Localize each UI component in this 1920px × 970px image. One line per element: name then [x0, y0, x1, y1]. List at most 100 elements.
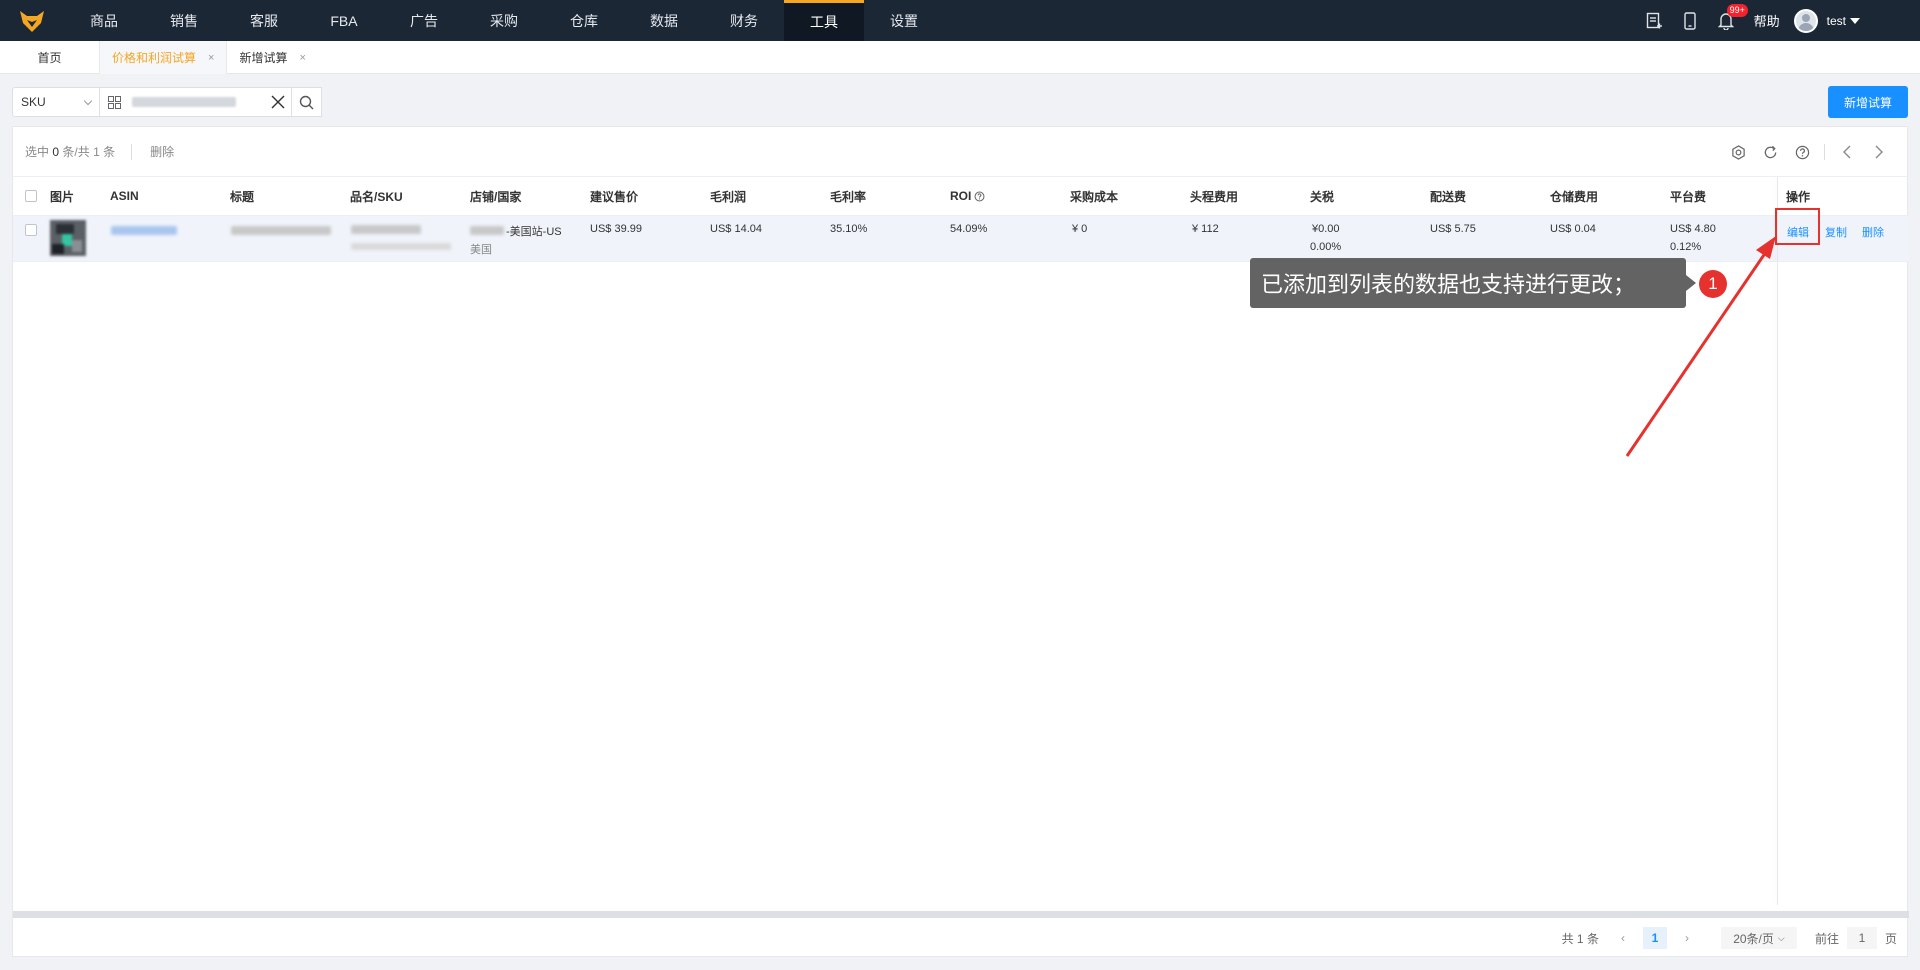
close-icon[interactable]: × — [299, 52, 305, 64]
refresh-icon[interactable] — [1754, 145, 1786, 160]
roi-value: 54.09% — [950, 223, 988, 235]
chevron-down-icon — [83, 96, 93, 105]
nav-item[interactable]: 数据 — [624, 0, 704, 41]
margin-value: 35.10% — [830, 223, 868, 235]
tariff-value: ¥0.00 — [1312, 223, 1340, 235]
page-number[interactable]: 1 — [1642, 927, 1667, 949]
col-asin: ASIN — [110, 189, 139, 203]
goto-label: 前往 — [1814, 931, 1839, 946]
grid-icon[interactable] — [100, 95, 128, 109]
table-row: -美国站-US 美国 US$ 39.99 US$ 14.04 35.10% 54… — [13, 215, 1909, 262]
nav-item[interactable]: 销售 — [144, 0, 224, 41]
notification-badge: 99+ — [1726, 4, 1748, 17]
user-menu[interactable]: test — [1793, 8, 1860, 33]
annotation-number: 1 — [1699, 270, 1727, 298]
help-circle-icon[interactable] — [1786, 145, 1818, 160]
col-margin: 毛利率 — [830, 189, 867, 204]
tariff-rate: 0.00% — [1310, 241, 1342, 253]
store-name-redacted — [470, 226, 504, 235]
roi-help-icon — [974, 191, 985, 201]
col-roi: ROI — [950, 189, 985, 203]
price-value: US$ 39.99 — [590, 223, 642, 235]
col-store: 店铺/国家 — [470, 189, 522, 204]
page-tabs: 首页 价格和利润试算 × 新增试算 × — [0, 41, 1920, 74]
col-gross-profit: 毛利润 — [710, 189, 747, 204]
search-value-redacted — [132, 97, 236, 107]
col-first-leg: 头程费用 — [1190, 189, 1239, 204]
pagination-total: 共 1 条 — [1561, 931, 1599, 946]
select-all-checkbox[interactable] — [25, 190, 37, 202]
delete-button[interactable]: 删除 — [1862, 224, 1884, 240]
copy-button[interactable]: 复制 — [1825, 224, 1847, 240]
nav-item[interactable]: 设置 — [864, 0, 944, 41]
chevron-left-icon[interactable] — [1831, 145, 1863, 159]
nav-item[interactable]: 广告 — [384, 0, 464, 41]
first-leg-value: ¥ 112 — [1192, 223, 1219, 235]
store-site: -美国站-US — [506, 226, 562, 238]
search-field-select[interactable]: SKU — [12, 87, 100, 117]
nav-item[interactable]: 仓库 — [544, 0, 624, 41]
platform-rate: 0.12% — [1670, 241, 1702, 253]
col-platform: 平台费 — [1670, 189, 1707, 204]
pagination: 共 1 条 ‹ 1 › 20条/页 ⌵ 前往 1 页 — [1562, 923, 1897, 953]
annotation-callout: 已添加到列表的数据也支持进行更改； — [1250, 258, 1696, 308]
nav-item[interactable]: 商品 — [64, 0, 144, 41]
tab-home[interactable]: 首页 — [0, 41, 100, 74]
mobile-icon[interactable] — [1672, 0, 1708, 41]
purchase-cost-value: ¥ 0 — [1072, 223, 1088, 235]
divider — [1824, 144, 1825, 160]
chevron-down-icon: ⌵ — [1777, 932, 1785, 943]
task-list-icon[interactable] — [1636, 0, 1672, 41]
store-country: 美国 — [470, 244, 492, 256]
selection-count: 选中 0 条/共 1 条 — [25, 145, 116, 159]
col-ops: 操作 — [1786, 189, 1811, 204]
row-checkbox[interactable] — [25, 224, 37, 236]
sku-redacted — [351, 243, 451, 250]
nav-item[interactable]: 采购 — [464, 0, 544, 41]
next-page-icon[interactable]: › — [1675, 927, 1699, 949]
settings-icon[interactable] — [1722, 144, 1754, 160]
col-storage: 仓储费用 — [1550, 189, 1599, 204]
table-header: 图片 ASIN 标题 品名/SKU 店铺/国家 建议售价 毛利润 毛利率 ROI… — [13, 177, 1909, 215]
col-delivery: 配送费 — [1430, 189, 1467, 204]
close-icon[interactable]: × — [208, 52, 214, 64]
nav-item[interactable]: 工具 — [784, 0, 864, 41]
storage-value: US$ 0.04 — [1550, 223, 1596, 235]
caret-down-icon — [1850, 17, 1860, 24]
nav-item[interactable]: 客服 — [224, 0, 304, 41]
notification-bell-icon[interactable]: 99+ — [1708, 0, 1748, 41]
col-name-sku: 品名/SKU — [350, 189, 403, 204]
fixed-column-divider — [1777, 177, 1778, 905]
username: test — [1826, 13, 1846, 28]
tab-price-profit[interactable]: 价格和利润试算 × — [100, 41, 228, 74]
clear-icon[interactable] — [265, 95, 291, 109]
col-purchase-cost: 采购成本 — [1070, 189, 1119, 204]
page-size-select[interactable]: 20条/页 ⌵ — [1720, 927, 1797, 949]
goto-suffix: 页 — [1884, 931, 1897, 946]
tab-price-profit-label: 价格和利润试算 — [112, 51, 197, 65]
top-navbar: 商品 销售 客服 FBA 广告 采购 仓库 数据 财务 工具 设置 99+ 帮助 test — [0, 0, 1920, 41]
asin-link-redacted[interactable] — [111, 226, 177, 235]
prev-page-icon[interactable]: ‹ — [1611, 927, 1635, 949]
col-image: 图片 — [50, 189, 75, 204]
bulk-delete-button[interactable]: 删除 — [150, 143, 174, 160]
nav-item[interactable]: FBA — [304, 0, 384, 41]
search-icon[interactable] — [291, 87, 321, 117]
goto-page-input[interactable]: 1 — [1846, 927, 1877, 949]
nav-item[interactable]: 财务 — [704, 0, 784, 41]
col-tariff: 关税 — [1310, 189, 1335, 204]
tab-new-calc[interactable]: 新增试算 × — [227, 41, 317, 74]
product-thumbnail — [50, 220, 86, 256]
platform-value: US$ 4.80 — [1670, 223, 1716, 235]
gross-profit-value: US$ 14.04 — [710, 223, 762, 235]
tab-new-calc-label: 新增试算 — [239, 51, 288, 65]
help-link[interactable]: 帮助 — [1754, 11, 1780, 30]
new-calc-button[interactable]: 新增试算 — [1828, 86, 1908, 118]
highlight-box — [1775, 208, 1820, 245]
chevron-right-icon[interactable] — [1863, 145, 1895, 159]
search-input[interactable] — [100, 87, 322, 117]
fox-logo-icon[interactable] — [0, 0, 64, 41]
col-title: 标题 — [230, 189, 255, 204]
divider — [131, 143, 133, 160]
horizontal-scrollbar[interactable] — [13, 911, 1909, 918]
